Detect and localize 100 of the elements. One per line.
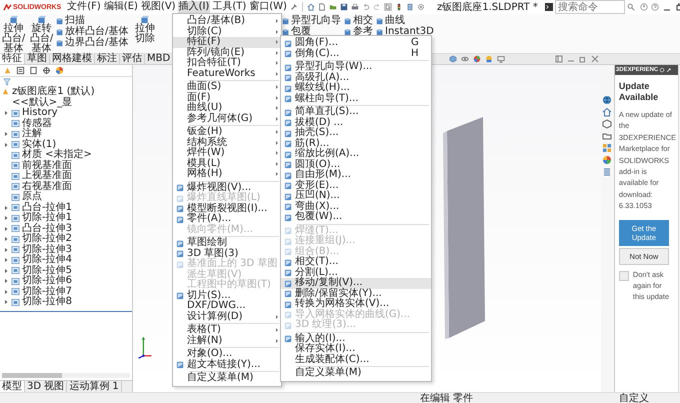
ribbon-button[interactable]: 相交 — [344, 15, 375, 26]
menu-item[interactable]: 包覆(W)... — [281, 212, 431, 222]
cube-icon[interactable] — [602, 119, 612, 129]
scrollbar-thumb[interactable] — [2, 373, 62, 378]
tab[interactable]: 模型 — [0, 381, 25, 392]
tree-item[interactable]: 切除-拉伸3 — [0, 244, 132, 255]
tab[interactable]: 评估 — [120, 54, 145, 64]
menu-item[interactable]: 扣合特征(T) — [173, 58, 281, 68]
eye-icon[interactable] — [461, 55, 470, 63]
menu-item[interactable]: 曲线(U) — [173, 103, 281, 114]
menu-item[interactable]: 抽壳(S)... — [281, 128, 431, 138]
globe-icon[interactable] — [602, 95, 612, 105]
save-icon[interactable] — [340, 3, 348, 11]
tree-item[interactable]: 切除-拉伸5 — [0, 266, 132, 276]
menu-item[interactable]: 面(F) — [173, 92, 281, 103]
folder-icon[interactable] — [602, 131, 612, 141]
menu-item[interactable]: 窗口(W) — [248, 1, 288, 13]
close-icon[interactable] — [590, 54, 600, 64]
menu-item[interactable]: 删除/保留实体(Y)... — [281, 288, 431, 299]
home-icon[interactable] — [306, 3, 315, 11]
menu-item[interactable]: 网格(H) — [173, 169, 281, 180]
tree-item[interactable]: 凸台-拉伸3 — [0, 224, 132, 234]
ribbon-button[interactable]: 旋转凸台/基体 — [28, 15, 55, 54]
pin-icon[interactable] — [290, 3, 298, 11]
menu-item[interactable]: 异型孔向导(W)... — [281, 62, 431, 72]
tree-item[interactable]: 切除-拉伸1 — [0, 213, 132, 224]
folder-icon[interactable] — [328, 3, 337, 11]
tree-item[interactable]: 传感器 — [0, 118, 132, 129]
tree-item[interactable]: 切除-拉伸2 — [0, 234, 132, 244]
tree-item[interactable]: 材质 <未指定> — [0, 150, 132, 160]
menu-item[interactable]: 特征(F) — [173, 37, 281, 48]
ribbon-button[interactable]: 扫描 — [56, 15, 130, 26]
ribbon-button[interactable]: 曲线 — [376, 15, 436, 26]
scene-icon[interactable] — [485, 55, 494, 63]
menu-item[interactable]: 分割(L)... — [281, 268, 431, 278]
menu-item[interactable]: 拔模(D) ... — [281, 118, 431, 128]
tree-item[interactable]: 上视基准面 — [0, 171, 132, 182]
checkbox[interactable] — [618, 270, 629, 281]
ribbon-button[interactable]: 边界凸台/基体 — [56, 37, 130, 48]
menu-item[interactable]: 阵列/镜向(E) — [173, 48, 281, 58]
menu-item[interactable]: 草图绘制 — [173, 238, 281, 248]
menu-item[interactable]: 转换为网格实体(V)... — [281, 299, 431, 310]
settings-icon[interactable] — [416, 3, 425, 11]
search-field[interactable]: 搜索命令 — [554, 0, 625, 14]
tab[interactable]: 网格建模 — [50, 54, 95, 64]
menu-item[interactable]: 超文本链接(Y)... — [173, 360, 281, 370]
sphere-icon[interactable] — [473, 55, 482, 63]
tree-item[interactable]: 原点 — [0, 192, 132, 202]
tree-item[interactable]: History — [0, 108, 132, 118]
expand-icon[interactable] — [3, 110, 9, 116]
menu-item[interactable]: 压凹(N)... — [281, 191, 431, 202]
tab[interactable]: 特征 — [0, 54, 25, 64]
tab[interactable]: 标注 — [95, 54, 120, 64]
tree-item[interactable]: 注解 — [0, 129, 132, 140]
color-wheel-icon[interactable] — [602, 155, 612, 165]
menu-item[interactable]: 焊件(W) — [173, 148, 281, 158]
menu-item[interactable]: 生成装配体(C)... — [281, 354, 431, 365]
menu-item[interactable]: 工具(T) — [211, 1, 248, 13]
menu-item[interactable]: 曲面(S) — [173, 82, 281, 92]
tab[interactable]: 草图 — [25, 54, 50, 64]
menu-item[interactable]: 对象(O)... — [173, 349, 281, 360]
menu-item[interactable]: 爆炸视图(V)... — [173, 182, 281, 193]
ribbon-button[interactable]: 异型孔向导 — [282, 15, 343, 26]
menu-item[interactable]: 设计算例(D) — [173, 312, 281, 322]
ribbon-button[interactable]: 放样凸台/基体 — [56, 26, 130, 37]
printer-icon[interactable] — [350, 3, 359, 11]
tree-item[interactable]: 前视基准面 — [0, 160, 132, 171]
tree-item[interactable]: 凸台-拉伸1 — [0, 202, 132, 213]
menu-item[interactable]: 输入的(I)... — [281, 334, 431, 344]
menu-item[interactable]: 螺纹线(H)... — [281, 83, 431, 94]
tree-item[interactable]: 切除-拉伸8 — [0, 297, 132, 308]
menu-item[interactable]: 结构系统 — [173, 138, 281, 148]
menu-item[interactable]: 注解(N) — [173, 336, 281, 346]
menu-item[interactable]: 视图(V) — [140, 1, 177, 13]
undo-icon[interactable] — [362, 3, 370, 11]
menu-item[interactable]: 自定义菜单(M) — [173, 373, 281, 384]
terminal-icon[interactable] — [544, 3, 553, 11]
menu-item[interactable]: 3D 草图(3) — [173, 248, 281, 259]
menu-item[interactable]: 移动/复制(V)... — [281, 278, 431, 288]
filter-icon[interactable] — [3, 78, 11, 86]
pointer-icon[interactable] — [384, 3, 392, 11]
color-wheel-icon[interactable] — [55, 66, 64, 75]
menu-item[interactable]: 凸台/基体(B) — [173, 16, 281, 26]
menu-item[interactable]: 零件(A)... — [173, 214, 281, 224]
menu-item[interactable]: 切片(S)... — [173, 290, 281, 301]
menu-item[interactable]: DXF/DWG... — [173, 301, 281, 312]
tree-item[interactable]: 右视基准面 — [0, 182, 132, 192]
tree-item[interactable]: 切除-拉伸7 — [0, 286, 132, 297]
menu-item[interactable]: 表格(T) — [173, 325, 281, 336]
menu-item[interactable]: 圆角(F)... G — [281, 38, 431, 48]
menu-item[interactable]: 文件(F) — [66, 1, 102, 13]
tree-item[interactable]: 切除-拉伸6 — [0, 276, 132, 286]
list-icon[interactable] — [602, 167, 612, 177]
menu-item[interactable]: FeatureWorks — [173, 68, 281, 79]
menu-item[interactable]: 模型断裂视图(I)... — [173, 204, 281, 214]
ribbon-button[interactable]: 拉伸切除 — [131, 15, 158, 44]
menu-item[interactable]: 变形(E)... — [281, 180, 431, 191]
menu-item[interactable]: 自定义菜单(M) — [281, 368, 431, 378]
menu-item[interactable]: 自由形(M)... — [281, 170, 431, 180]
menu-item[interactable]: 参考几何体(G) — [173, 114, 281, 124]
